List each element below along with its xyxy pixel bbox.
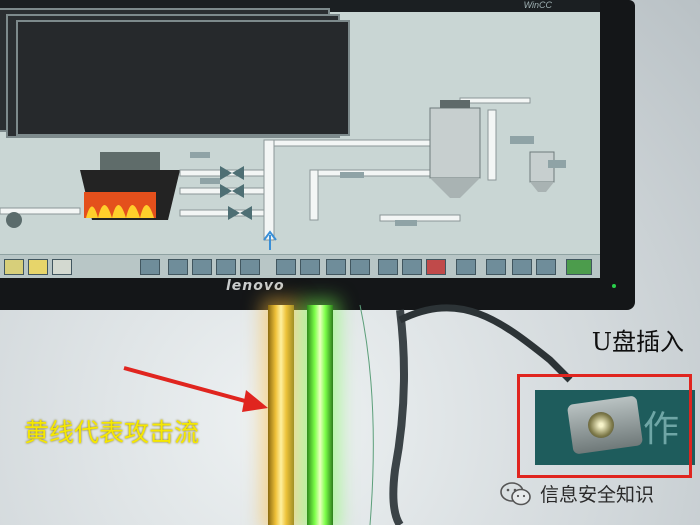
usb-highlight-box xyxy=(517,374,692,478)
monitor-brand-logo: lenovo xyxy=(226,278,285,294)
usb-insert-label: U盘插入 xyxy=(591,328,684,356)
toolbar-button[interactable] xyxy=(350,259,370,275)
confirm-icon[interactable] xyxy=(566,259,592,275)
toolbar-button[interactable] xyxy=(276,259,296,275)
monitor: WinCC lenovo xyxy=(0,0,635,310)
toolbar-button[interactable] xyxy=(456,259,476,275)
toolbar-button[interactable] xyxy=(140,259,160,275)
wechat-icon xyxy=(500,481,531,505)
toolbar-button[interactable] xyxy=(326,259,346,275)
toolbar-button[interactable] xyxy=(52,259,72,275)
watermark: 信息安全知识 xyxy=(500,480,654,507)
speaker-icon[interactable] xyxy=(512,259,532,275)
toolbar-button[interactable] xyxy=(28,259,48,275)
scada-screen: WinCC xyxy=(0,0,600,278)
toolbar-button[interactable] xyxy=(4,259,24,275)
scada-toolbar xyxy=(0,254,600,278)
toolbar-button[interactable] xyxy=(402,259,422,275)
toolbar-button[interactable] xyxy=(378,259,398,275)
wincc-label: WinCC xyxy=(523,0,552,10)
toolbar-button[interactable] xyxy=(536,259,556,275)
boiler-icon xyxy=(80,152,180,220)
photo-scene: WinCC lenovo 操作 U盘插入 黄线代表攻击流 信息安全知识 xyxy=(0,0,700,525)
red-arrow-icon xyxy=(123,366,268,412)
down-icon[interactable] xyxy=(216,259,236,275)
green-light-strip xyxy=(307,305,333,525)
process-diagram xyxy=(0,97,566,250)
silo-icon xyxy=(429,100,481,198)
power-led xyxy=(612,284,616,288)
tank-icon xyxy=(529,151,555,192)
up-icon[interactable] xyxy=(192,259,212,275)
watermark-text: 信息安全知识 xyxy=(540,484,655,506)
forward-icon[interactable] xyxy=(240,259,260,275)
attack-flow-label: 黄线代表攻击流 xyxy=(24,418,200,447)
back-icon[interactable] xyxy=(168,259,188,275)
toolbar-button[interactable] xyxy=(300,259,320,275)
toolbar-button[interactable] xyxy=(486,259,506,275)
close-icon[interactable] xyxy=(426,259,446,275)
